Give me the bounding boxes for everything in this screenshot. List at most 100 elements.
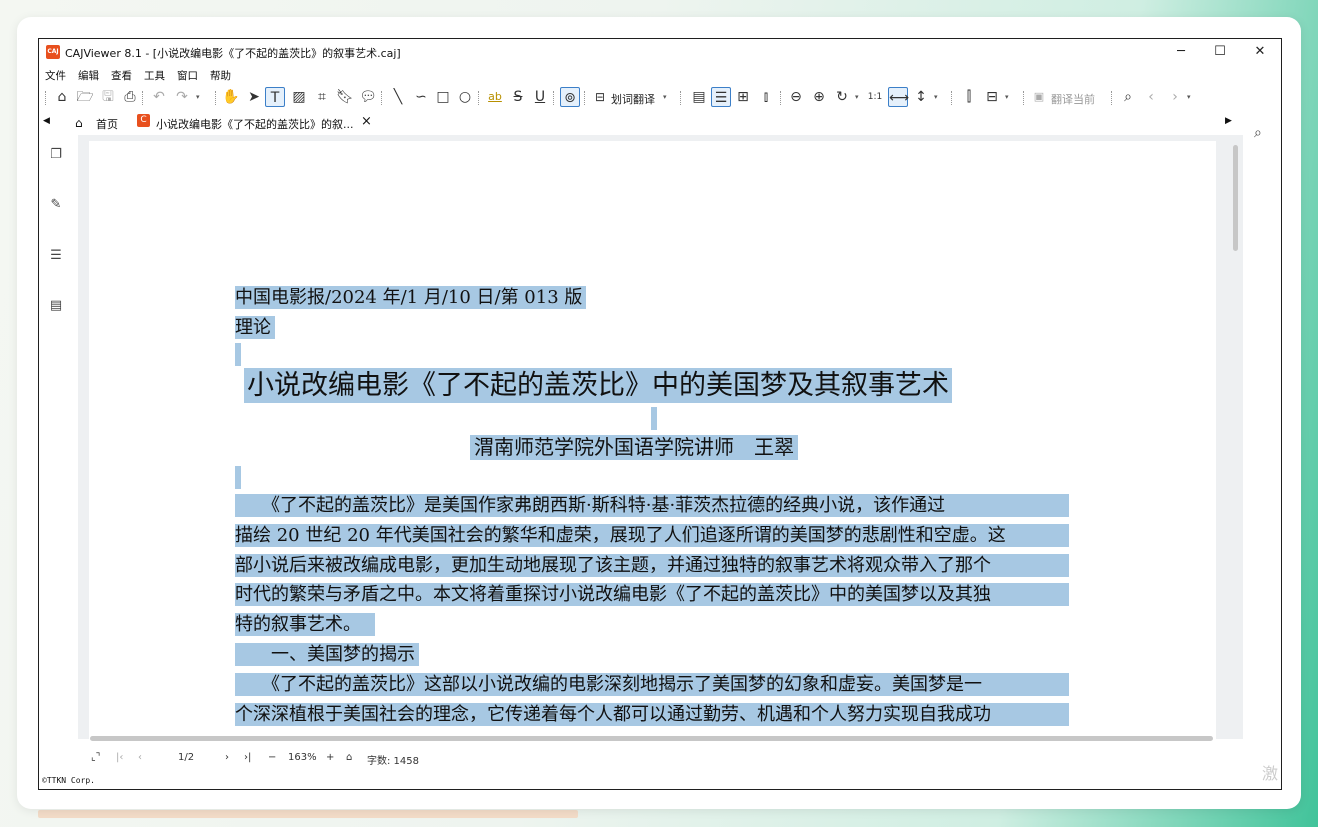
menu-help[interactable]: 帮助 <box>210 68 231 83</box>
tab-scroll-right-icon[interactable]: ▶ <box>1225 116 1232 126</box>
zoom-out-icon[interactable]: − <box>268 752 276 763</box>
page-indicator[interactable]: 1/2 <box>178 752 194 763</box>
comment-icon[interactable]: 💬︎ <box>358 87 378 107</box>
doc-author: 渭南师范学院外国语学院讲师 王翠 <box>470 435 798 460</box>
caret-down-icon[interactable]: ▾ <box>196 93 200 101</box>
caret-down-icon[interactable]: ▾ <box>855 93 859 101</box>
redo-icon[interactable]: ↷ <box>172 87 192 107</box>
doc-header-line: 中国电影报/2024 年/1 月/10 日/第 013 版 <box>235 286 587 309</box>
home-icon[interactable]: ⌂ <box>75 116 83 130</box>
ellipse-tool-icon[interactable]: ○ <box>455 87 475 107</box>
toolbar-separator <box>780 91 782 105</box>
document-page[interactable]: 中国电影报/2024 年/1 月/10 日/第 013 版 理论 小说改编电影《… <box>89 141 1216 741</box>
undo-icon[interactable]: ↶ <box>149 87 169 107</box>
first-page-icon[interactable]: |‹ <box>116 752 123 763</box>
rotate-icon[interactable]: ↻ <box>832 87 852 107</box>
paragraph-line: 时代的繁荣与矛盾之中。本文将着重探讨小说改编电影《了不起的盖茨比》中的美国梦以及… <box>235 583 1069 606</box>
maximize-button[interactable]: ☐ <box>1200 41 1240 63</box>
horizontal-scroll-thumb[interactable] <box>90 736 1213 741</box>
app-window: CAJ CAJViewer 8.1 - [小说改编电影《了不起的盖茨比》的叙事艺… <box>38 38 1282 790</box>
document-viewport[interactable]: 中国电影报/2024 年/1 月/10 日/第 013 版 理论 小说改编电影《… <box>78 135 1243 741</box>
translate-current-label[interactable]: 翻译当前 <box>1051 91 1095 107</box>
background-stripe <box>38 810 578 818</box>
toolbar-separator <box>680 91 682 105</box>
annotation-edit-icon[interactable]: ✎ <box>48 197 64 213</box>
last-page-icon[interactable]: ›| <box>244 752 251 763</box>
tab-document[interactable]: 小说改编电影《了不起的盖茨比》的叙... <box>156 116 354 132</box>
toolbar-separator <box>1023 91 1025 105</box>
caret-down-icon[interactable]: ▾ <box>663 93 667 101</box>
select-arrow-icon[interactable]: ➤ <box>244 87 264 107</box>
toolbar-separator <box>381 91 383 105</box>
caret-down-icon[interactable]: ▾ <box>934 93 938 101</box>
hand-tool-icon[interactable]: ✋ <box>221 87 241 107</box>
menu-edit[interactable]: 编辑 <box>78 68 99 83</box>
continuous-page-icon[interactable]: ☰ <box>711 87 731 107</box>
zoom-in-icon[interactable]: ⊕ <box>809 87 829 107</box>
next-result-icon[interactable]: › <box>1165 87 1185 107</box>
horizontal-scrollbar[interactable] <box>79 735 1229 743</box>
translate-current-icon[interactable]: ▣ <box>1029 87 1049 107</box>
toolbar-separator <box>584 91 586 105</box>
translate-icon[interactable]: ⊟ <box>590 87 610 107</box>
close-button[interactable]: ✕ <box>1240 41 1280 63</box>
highlight-text-icon[interactable]: ab <box>485 87 505 107</box>
fit-page-icon[interactable]: ⌞⌝ <box>91 752 100 763</box>
caret-down-icon[interactable]: ▾ <box>1005 93 1009 101</box>
tab-home[interactable]: 首页 <box>96 116 118 132</box>
doc-title: 小说改编电影《了不起的盖茨比》中的美国梦及其叙事艺术 <box>244 368 952 403</box>
pages-icon[interactable]: ❐ <box>48 147 64 163</box>
home-icon[interactable]: ⌂ <box>52 87 72 107</box>
single-page-icon[interactable]: ▤ <box>689 87 709 107</box>
open-folder-icon[interactable]: 🗁 <box>75 87 95 107</box>
menu-window[interactable]: 窗口 <box>177 68 198 83</box>
fit-width-icon[interactable]: ⟷ <box>888 87 909 107</box>
menu-view[interactable]: 查看 <box>111 68 132 83</box>
translate-label[interactable]: 划词翻译 <box>611 91 655 107</box>
two-page-icon[interactable]: ⫾ <box>756 87 776 107</box>
save-icon[interactable]: 🖫 <box>98 87 118 107</box>
thumbnail-grid-icon[interactable]: ⊞ <box>733 87 753 107</box>
compare-icon[interactable]: ⫿ <box>959 87 979 107</box>
toolbar-separator <box>951 91 953 105</box>
line-tool-icon[interactable]: ╲ <box>388 87 408 107</box>
print-icon[interactable]: ⎙ <box>120 87 140 107</box>
search-icon[interactable]: ⌕ <box>1118 87 1138 107</box>
zoom-in-icon[interactable]: + <box>326 752 334 763</box>
zoom-out-icon[interactable]: ⊖ <box>786 87 806 107</box>
tab-scroll-left-icon[interactable]: ◀ <box>43 116 50 126</box>
toolbar-separator <box>45 91 47 105</box>
outline-list-icon[interactable]: ☰ <box>48 248 64 264</box>
vertical-scrollbar[interactable] <box>1230 135 1241 741</box>
vertical-scroll-thumb[interactable] <box>1233 145 1238 251</box>
split-view-icon[interactable]: ⊟ <box>982 87 1002 107</box>
tab-close-icon[interactable]: × <box>361 114 372 129</box>
caret-down-icon[interactable]: ▾ <box>1187 93 1191 101</box>
ocr-icon[interactable]: ⌗ <box>312 87 332 107</box>
underline-icon[interactable]: U <box>530 87 550 107</box>
menu-file[interactable]: 文件 <box>45 68 66 83</box>
read-mode-icon[interactable]: ⌂ <box>346 752 352 763</box>
doc-header-section: 理论 <box>235 316 275 339</box>
toolbar-separator <box>1111 91 1113 105</box>
zoom-level[interactable]: 163% <box>288 752 317 763</box>
fit-height-icon[interactable]: ↕ <box>911 87 931 107</box>
menu-tools[interactable]: 工具 <box>144 68 165 83</box>
curve-tool-icon[interactable]: ∽ <box>411 87 431 107</box>
next-page-icon[interactable]: › <box>225 752 229 763</box>
minimize-button[interactable]: ─ <box>1161 41 1201 63</box>
bookmark-icon[interactable]: 🔖︎ <box>335 87 355 107</box>
actual-size-icon[interactable]: 1:1 <box>865 87 885 107</box>
toolbar-separator <box>478 91 480 105</box>
toolbar: ⌂ 🗁 🖫 ⎙ ↶ ↷ ▾ ✋ ➤ T ▨ ⌗ 🔖︎ 💬︎ ╲ ∽ □ ○ ab… <box>39 85 1281 109</box>
strikethrough-icon[interactable]: S <box>508 87 528 107</box>
copyright-text: ©TTKN Corp. <box>42 776 95 785</box>
prev-page-icon[interactable]: ‹ <box>138 752 142 763</box>
text-select-icon[interactable]: T <box>265 87 285 107</box>
smart-read-icon[interactable]: ⊚ <box>560 87 580 107</box>
prev-result-icon[interactable]: ‹ <box>1141 87 1161 107</box>
image-select-icon[interactable]: ▨ <box>289 87 309 107</box>
notes-icon[interactable]: ▤ <box>48 298 64 314</box>
side-search-icon[interactable]: ⌕ <box>1254 125 1262 141</box>
rectangle-tool-icon[interactable]: □ <box>433 87 453 107</box>
